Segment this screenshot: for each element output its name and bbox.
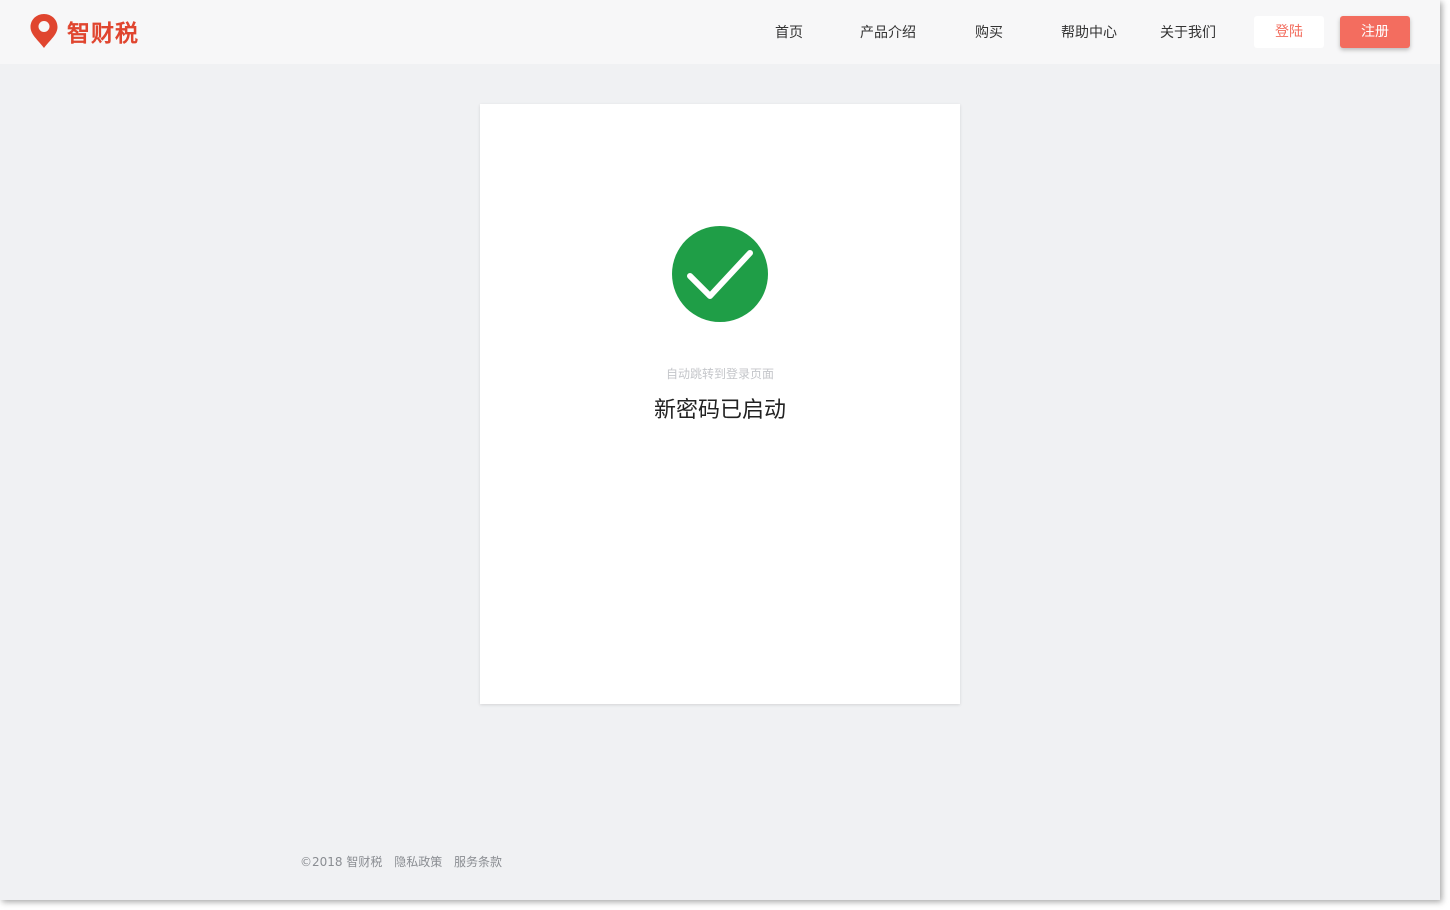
register-button[interactable]: 注册 <box>1340 16 1410 48</box>
nav-products[interactable]: 产品介绍 <box>860 22 916 44</box>
page-frame: 智财税 首页 产品介绍 购买 帮助中心 关于我们 登陆 注册 自动跳转到登录页面… <box>0 0 1440 900</box>
footer-copyright: ©2018 智财税 <box>300 855 383 869</box>
check-circle-icon <box>672 226 768 322</box>
login-button[interactable]: 登陆 <box>1254 16 1324 48</box>
top-header: 智财税 首页 产品介绍 购买 帮助中心 关于我们 登陆 注册 <box>0 0 1440 64</box>
result-card: 自动跳转到登录页面 新密码已启动 <box>480 104 960 704</box>
nav-about-us[interactable]: 关于我们 <box>1160 22 1216 44</box>
footer: ©2018 智财税 隐私政策 服务条款 <box>300 853 510 871</box>
privacy-policy-link[interactable]: 隐私政策 <box>394 855 442 869</box>
nav-home[interactable]: 首页 <box>775 22 803 44</box>
brand-name: 智财税 <box>67 21 139 47</box>
nav-buy[interactable]: 购买 <box>975 22 1003 44</box>
terms-of-service-link[interactable]: 服务条款 <box>454 855 502 869</box>
brand-logo[interactable]: 智财税 <box>29 13 139 49</box>
redirect-hint: 自动跳转到登录页面 <box>665 367 774 381</box>
success-message: 新密码已启动 <box>653 398 786 423</box>
location-pin-icon <box>30 14 58 48</box>
nav-help-center[interactable]: 帮助中心 <box>1061 22 1117 44</box>
